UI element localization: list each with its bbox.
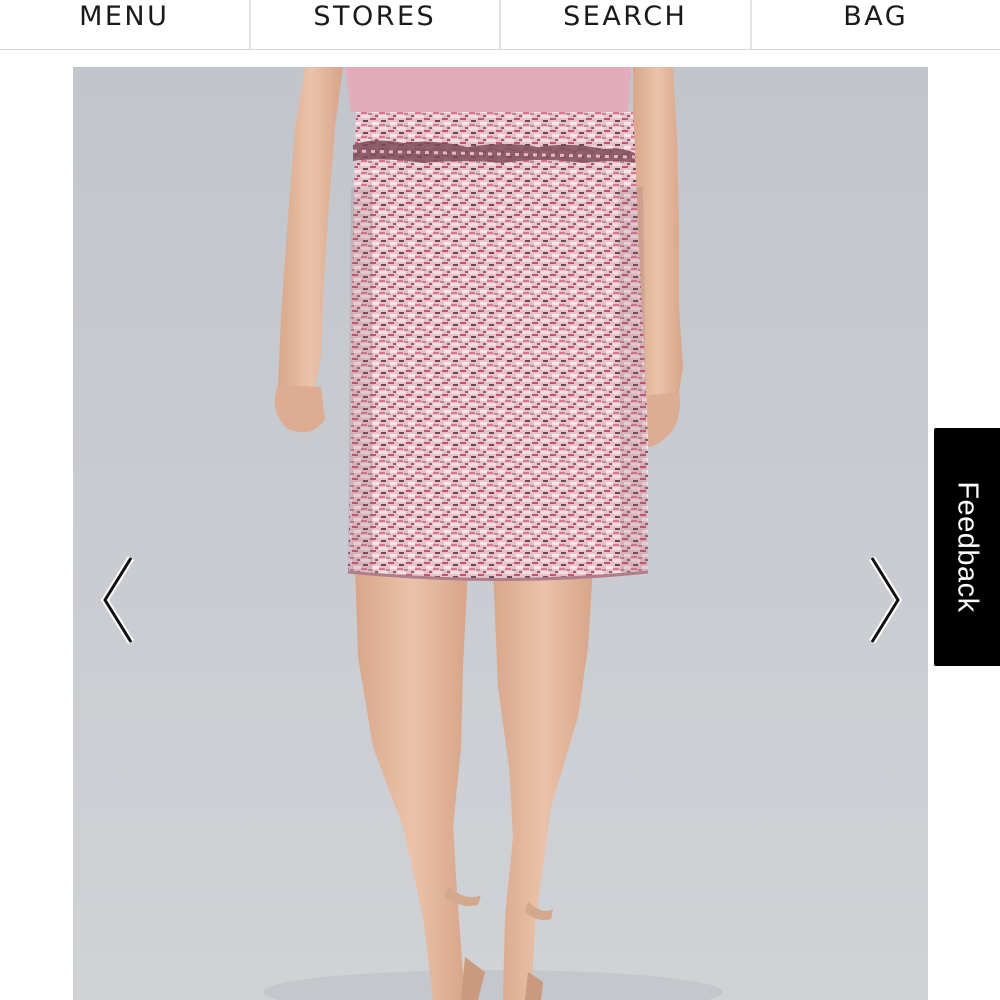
feedback-label: Feedback (951, 481, 984, 613)
nav-bag-button[interactable]: BAG (749, 0, 1000, 49)
product-image-gallery[interactable] (73, 67, 928, 1000)
chevron-left-icon (100, 556, 134, 644)
feedback-tab[interactable]: Feedback (934, 428, 1000, 666)
top-navigation: MENU STORES SEARCH BAG (0, 0, 1000, 50)
nav-stores-button[interactable]: STORES (248, 0, 500, 49)
nav-menu-button[interactable]: MENU (0, 0, 249, 49)
product-photo (73, 67, 928, 1000)
next-image-button[interactable] (858, 550, 908, 650)
nav-search-button[interactable]: SEARCH (499, 0, 750, 49)
chevron-right-icon (869, 556, 903, 644)
previous-image-button[interactable] (95, 550, 145, 650)
